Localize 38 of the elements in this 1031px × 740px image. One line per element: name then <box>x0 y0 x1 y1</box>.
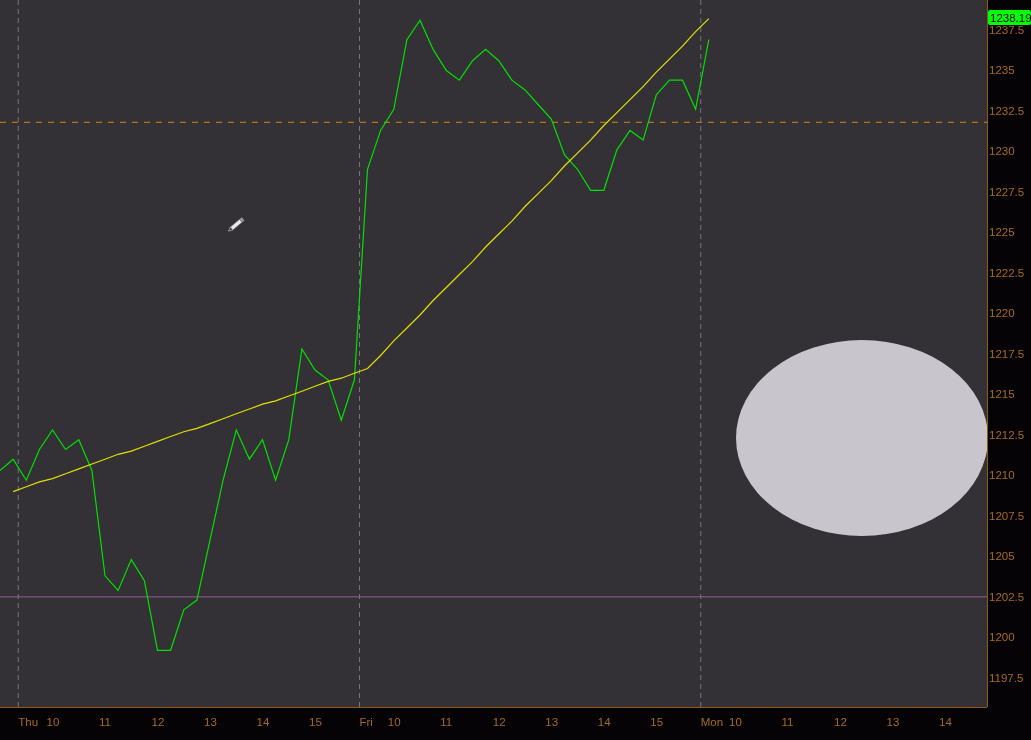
price-tick-label: 1200 <box>989 631 1015 644</box>
price-tick-label: 1227.5 <box>989 185 1025 198</box>
hour-label: 14 <box>597 716 611 728</box>
price-tick-label: 1220 <box>989 307 1015 320</box>
price-tick-label: 1232.5 <box>989 104 1025 117</box>
price-tick-label: 1210 <box>989 469 1015 482</box>
hour-label: 15 <box>650 716 664 728</box>
price-tick-label: 1207.5 <box>989 509 1025 522</box>
price-tick-label: 1230 <box>989 145 1015 158</box>
hour-label: 14 <box>256 716 270 728</box>
hour-label: 13 <box>886 716 900 728</box>
price-tick-label: 1217.5 <box>989 347 1025 360</box>
day-label: Mon <box>700 716 724 728</box>
hour-label: 12 <box>834 716 847 728</box>
price-tick-label: 1225 <box>989 226 1015 239</box>
last-price-label: 1238.19 <box>988 10 1031 25</box>
price-tick-label: 1202.5 <box>989 590 1025 603</box>
hour-label: 14 <box>939 716 952 728</box>
hour-label: 12 <box>492 716 506 728</box>
hour-label: 13 <box>204 716 217 728</box>
price-tick-label: 1237.5 <box>989 23 1025 36</box>
hour-label: 11 <box>781 716 794 728</box>
day-label: Thu <box>18 716 39 728</box>
hour-label: 10 <box>46 716 60 728</box>
hour-label: 11 <box>440 716 453 728</box>
price-tick-label: 1205 <box>989 550 1015 563</box>
price-tick-label: 1197.5 <box>989 671 1024 684</box>
price-tick-label: 1222.5 <box>989 266 1025 279</box>
day-label: Fri <box>359 716 373 728</box>
hour-label: 10 <box>387 716 401 728</box>
price-tick-label: 1212.5 <box>989 428 1025 441</box>
hour-label: 13 <box>545 716 559 728</box>
hour-label: 12 <box>151 716 165 728</box>
price-tick-label: 1235 <box>989 64 1015 77</box>
hour-label: 10 <box>729 716 742 728</box>
hour-label: 15 <box>309 716 322 728</box>
price-tick-label: 1215 <box>989 388 1015 401</box>
hour-label: 11 <box>99 716 111 728</box>
